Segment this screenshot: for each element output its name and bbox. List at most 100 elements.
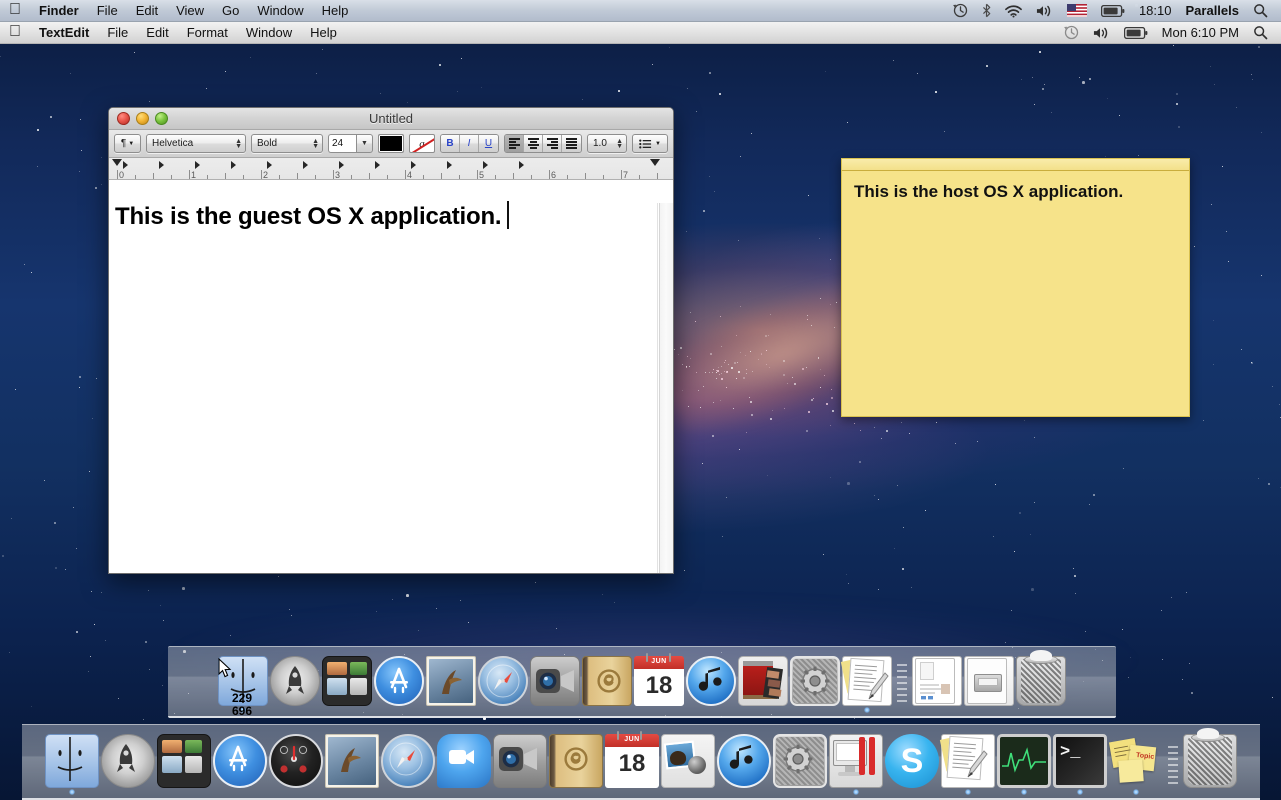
host-dock[interactable]: JUN18 S >_Topic xyxy=(22,724,1260,800)
dock-item-contacts[interactable] xyxy=(582,656,632,706)
host-menu-go[interactable]: Go xyxy=(213,0,248,22)
bluetooth-icon[interactable] xyxy=(975,3,998,18)
window-title-bar[interactable]: Untitled xyxy=(109,108,673,130)
dock-item-facetime[interactable] xyxy=(530,656,580,706)
font-style-select[interactable]: Bold ▲▼ xyxy=(251,134,323,153)
dock-item-safari[interactable] xyxy=(478,656,528,706)
tab-stop-marker[interactable] xyxy=(411,161,416,169)
dock-item-launchpad[interactable] xyxy=(270,656,320,706)
paragraph-style-button[interactable]: ¶ ▼ xyxy=(114,134,141,153)
dock-item-textedit[interactable] xyxy=(842,656,892,706)
tab-stop-marker[interactable] xyxy=(519,161,524,169)
battery-icon[interactable] xyxy=(1117,27,1155,39)
guest-clock[interactable]: Mon 6:10 PM xyxy=(1155,22,1246,44)
dock-item-mail[interactable] xyxy=(426,656,476,706)
dock-item-activity-monitor[interactable] xyxy=(997,734,1051,788)
dock-item-mail[interactable] xyxy=(325,734,379,788)
dock-item-stickies[interactable]: Topic xyxy=(1109,734,1163,788)
host-menu-view[interactable]: View xyxy=(167,0,213,22)
underline-button[interactable]: U xyxy=(479,135,498,152)
font-size-input[interactable]: 24 xyxy=(328,134,356,153)
dock-item-textedit[interactable] xyxy=(941,734,995,788)
guest-menu-bar[interactable]:  TextEdit File Edit Format Window Help … xyxy=(0,22,1281,44)
dock-item-terminal[interactable]: >_ xyxy=(1053,734,1107,788)
textedit-toolbar[interactable]: ¶ ▼ Helvetica ▲▼ Bold ▲▼ 24 ▼ a B I U xyxy=(109,130,673,158)
guest-menu-edit[interactable]: Edit xyxy=(137,22,177,44)
tab-stop-marker[interactable] xyxy=(375,161,380,169)
tab-stop-marker[interactable] xyxy=(159,161,164,169)
dock-item-messages[interactable] xyxy=(437,734,491,788)
align-justify-button[interactable] xyxy=(562,135,581,152)
dock-item-facetime[interactable] xyxy=(493,734,547,788)
dock-item-calendar[interactable]: JUN18 xyxy=(634,656,684,706)
dock-item-skype[interactable]: S xyxy=(885,734,939,788)
font-size-control[interactable]: 24 ▼ xyxy=(328,134,373,153)
guest-menu-file[interactable]: File xyxy=(98,22,137,44)
volume-icon[interactable] xyxy=(1086,26,1117,40)
host-clock[interactable]: 18:10 xyxy=(1132,0,1179,22)
dock-item-mission-control[interactable] xyxy=(157,734,211,788)
align-right-button[interactable] xyxy=(543,135,562,152)
apple-menu-icon[interactable]:  xyxy=(0,24,30,42)
input-flag-icon[interactable] xyxy=(1060,4,1094,17)
sticky-note-text[interactable]: This is the host OS X application. xyxy=(842,171,1189,212)
dock-item-contacts[interactable] xyxy=(549,734,603,788)
host-menu-edit[interactable]: Edit xyxy=(127,0,167,22)
dock-item-app-store[interactable] xyxy=(213,734,267,788)
dock-item-parallels-desktop[interactable] xyxy=(829,734,883,788)
sticky-note-window[interactable]: This is the host OS X application. xyxy=(841,158,1190,417)
search-icon[interactable] xyxy=(1246,3,1275,18)
dock-item-mission-control[interactable] xyxy=(322,656,372,706)
tab-stop-marker[interactable] xyxy=(483,161,488,169)
text-alignment-group[interactable] xyxy=(504,134,582,153)
sticky-note-title-bar[interactable] xyxy=(842,159,1189,171)
dock-item-trash[interactable] xyxy=(1016,656,1066,706)
document-text[interactable]: This is the guest OS X application. xyxy=(115,203,645,231)
guest-menu-app[interactable]: TextEdit xyxy=(30,22,98,44)
list-style-select[interactable]: ▼ xyxy=(632,134,668,153)
host-user-name[interactable]: Parallels xyxy=(1179,0,1247,22)
text-color-swatch[interactable] xyxy=(378,134,404,153)
dock-item-dashboard[interactable] xyxy=(269,734,323,788)
dock-item-documents-stack[interactable] xyxy=(912,656,962,706)
tab-stop-marker[interactable] xyxy=(231,161,236,169)
dock-item-safari[interactable] xyxy=(381,734,435,788)
tab-stop-marker[interactable] xyxy=(123,161,128,169)
dock-item-finder[interactable] xyxy=(45,734,99,788)
tab-stop-marker[interactable] xyxy=(195,161,200,169)
dock-item-iphoto[interactable] xyxy=(661,734,715,788)
dock-item-system-preferences[interactable] xyxy=(790,656,840,706)
align-left-button[interactable] xyxy=(505,135,524,152)
time-machine-icon[interactable] xyxy=(1057,25,1086,40)
italic-button[interactable]: I xyxy=(460,135,479,152)
host-menu-app[interactable]: Finder xyxy=(30,0,88,22)
align-center-button[interactable] xyxy=(524,135,543,152)
dock-item-trash[interactable] xyxy=(1183,734,1237,788)
font-size-dropdown-icon[interactable]: ▼ xyxy=(356,134,373,153)
dock-item-downloads-stack[interactable] xyxy=(964,656,1014,706)
tab-stop-marker[interactable] xyxy=(447,161,452,169)
font-family-select[interactable]: Helvetica ▲▼ xyxy=(146,134,246,153)
textedit-ruler[interactable]: 01234567 xyxy=(109,158,673,180)
textedit-window[interactable]: Untitled ¶ ▼ Helvetica ▲▼ Bold ▲▼ 24 ▼ a… xyxy=(108,107,674,574)
search-icon[interactable] xyxy=(1246,25,1275,40)
document-text-area[interactable]: This is the guest OS X application. xyxy=(109,203,674,574)
dock-item-photo-booth[interactable] xyxy=(738,656,788,706)
dock-item-system-preferences[interactable] xyxy=(773,734,827,788)
dock-item-launchpad[interactable] xyxy=(101,734,155,788)
guest-dock[interactable]: JUN18 xyxy=(168,646,1116,718)
tab-stop-marker[interactable] xyxy=(303,161,308,169)
guest-menu-window[interactable]: Window xyxy=(237,22,301,44)
text-background-color-swatch[interactable]: a xyxy=(409,134,435,153)
dock-item-itunes[interactable] xyxy=(686,656,736,706)
guest-menu-format[interactable]: Format xyxy=(178,22,237,44)
right-indent-marker[interactable] xyxy=(650,159,660,166)
tab-stop-marker[interactable] xyxy=(267,161,272,169)
bold-button[interactable]: B xyxy=(441,135,460,152)
dock-item-itunes[interactable] xyxy=(717,734,771,788)
dock-item-calendar[interactable]: JUN18 xyxy=(605,734,659,788)
host-menu-file[interactable]: File xyxy=(88,0,127,22)
apple-menu-icon[interactable]:  xyxy=(0,2,30,20)
host-menu-help[interactable]: Help xyxy=(313,0,358,22)
host-menu-bar[interactable]:  Finder File Edit View Go Window Help 1… xyxy=(0,0,1281,22)
